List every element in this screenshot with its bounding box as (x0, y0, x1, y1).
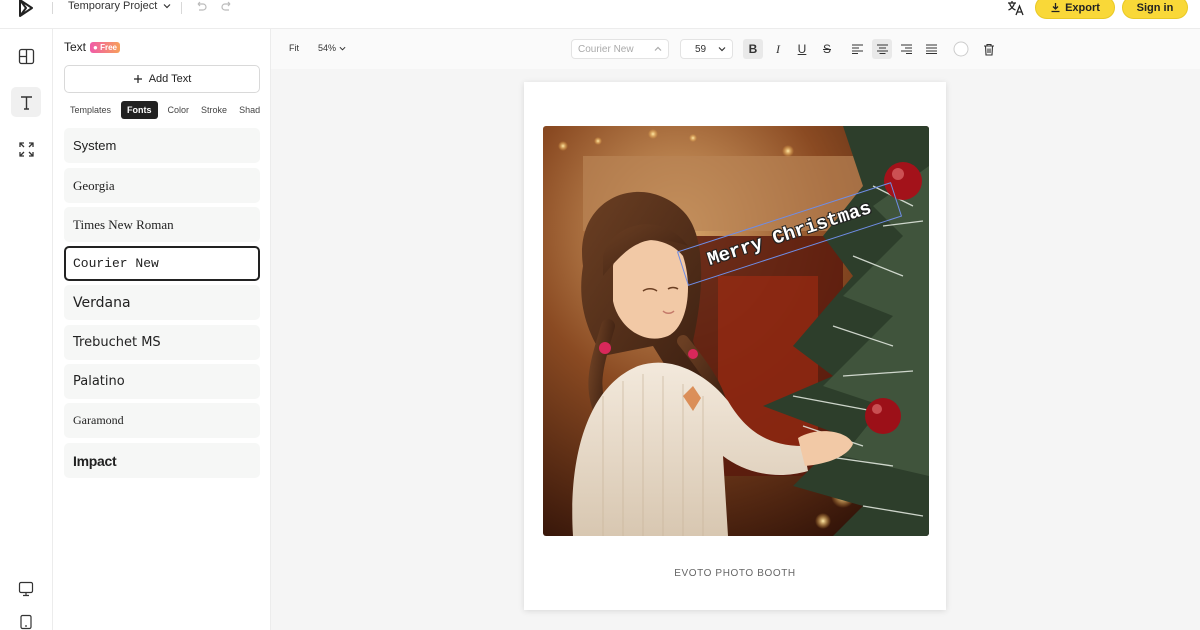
font-option-verdana[interactable]: Verdana (64, 285, 260, 320)
device-icon (20, 614, 32, 630)
photo-card[interactable]: Merry Christmas EVOTO PHOTO BOOTH (524, 82, 946, 610)
font-family-select[interactable]: Courier New (571, 39, 669, 59)
tab-shadow[interactable]: Shad (233, 101, 266, 119)
underline-button[interactable]: U (792, 39, 812, 59)
add-text-label: Add Text (148, 73, 192, 85)
align-left-button[interactable] (847, 39, 867, 59)
panel-tabs: Templates Fonts Color Stroke Shad (64, 101, 270, 119)
rail-feedback-button[interactable] (11, 574, 41, 604)
chevron-down-icon (339, 46, 346, 51)
rail-text-button[interactable] (11, 87, 41, 117)
font-option-palatino[interactable]: Palatino (64, 364, 260, 399)
text-color-button[interactable] (951, 39, 971, 59)
free-badge: ● Free (90, 41, 120, 53)
font-size-value: 59 (695, 43, 707, 55)
tab-stroke[interactable]: Stroke (195, 101, 233, 119)
rail-device-button[interactable] (11, 607, 41, 630)
bold-icon: B (748, 42, 758, 56)
tab-fonts[interactable]: Fonts (121, 101, 158, 119)
font-option-georgia[interactable]: Georgia (64, 168, 260, 203)
translate-icon[interactable] (1007, 0, 1025, 16)
fit-button[interactable]: Fit (289, 43, 299, 53)
font-option-garamond[interactable]: Garamond (64, 403, 260, 438)
zoom-label: 54% (318, 43, 337, 53)
resize-icon (18, 141, 34, 157)
strikethrough-button[interactable]: S (817, 39, 837, 59)
undo-icon[interactable] (194, 0, 208, 14)
font-size-select[interactable]: 59 (680, 39, 733, 59)
underline-icon: U (797, 42, 807, 56)
sign-in-button[interactable]: Sign in (1122, 0, 1188, 19)
project-name: Temporary Project (68, 0, 158, 12)
export-button[interactable]: Export (1035, 0, 1115, 19)
chevron-up-icon (654, 46, 662, 51)
align-center-icon (876, 44, 888, 54)
italic-icon: I (776, 41, 780, 56)
zoom-select[interactable]: 54% (318, 43, 346, 53)
align-right-button[interactable] (896, 39, 916, 59)
italic-button[interactable]: I (768, 39, 788, 59)
delete-icon (984, 43, 994, 56)
delete-button[interactable] (979, 39, 999, 59)
panel-title: Text ● Free (64, 40, 120, 54)
text-toolbar: Fit 54% Courier New 59 B I U S (271, 29, 1200, 69)
font-family-value: Courier New (578, 43, 634, 55)
photo-caption[interactable]: EVOTO PHOTO BOOTH (524, 568, 946, 579)
align-justify-icon (925, 44, 937, 54)
project-menu[interactable]: Temporary Project (68, 0, 171, 12)
tab-color[interactable]: Color (162, 101, 196, 119)
chevron-down-icon (718, 47, 726, 52)
bold-button[interactable]: B (743, 39, 763, 59)
app-logo-icon[interactable] (16, 0, 36, 18)
rail-resize-button[interactable] (11, 134, 41, 164)
sign-in-label: Sign in (1136, 1, 1174, 14)
text-panel: Text ● Free Add Text Templates Fonts Col… (53, 29, 271, 630)
font-option-times-new-roman[interactable]: Times New Roman (64, 207, 260, 242)
strikethrough-icon: S (822, 42, 831, 56)
font-option-courier-new[interactable]: Courier New (64, 246, 260, 281)
text-icon (20, 95, 32, 110)
export-label: Export (1065, 1, 1100, 14)
font-option-impact[interactable]: Impact (64, 443, 260, 478)
align-right-icon (900, 44, 912, 54)
canvas-area: Fit 54% Courier New 59 B I U S Merry Chr… (271, 29, 1200, 630)
add-text-button[interactable]: Add Text (64, 65, 260, 93)
color-swatch-icon (953, 41, 969, 57)
divider (52, 2, 53, 14)
rail-layout-button[interactable] (11, 41, 41, 71)
align-justify-button[interactable] (921, 39, 941, 59)
font-option-trebuchet-ms[interactable]: Trebuchet MS (64, 325, 260, 360)
download-icon (1051, 3, 1060, 13)
feedback-icon (18, 581, 34, 597)
layout-icon (18, 48, 34, 64)
divider (181, 2, 182, 14)
panel-title-text: Text (64, 40, 87, 54)
plus-icon (133, 75, 142, 83)
align-center-button[interactable] (872, 39, 892, 59)
redo-icon[interactable] (220, 0, 234, 14)
align-left-icon (851, 44, 863, 54)
tab-templates[interactable]: Templates (64, 101, 117, 119)
left-rail (0, 29, 53, 630)
chevron-down-icon (163, 4, 171, 9)
font-option-system[interactable]: System (64, 128, 260, 163)
free-badge-label: Free (100, 42, 117, 52)
top-bar: Temporary Project Export Sign in (0, 0, 1200, 29)
